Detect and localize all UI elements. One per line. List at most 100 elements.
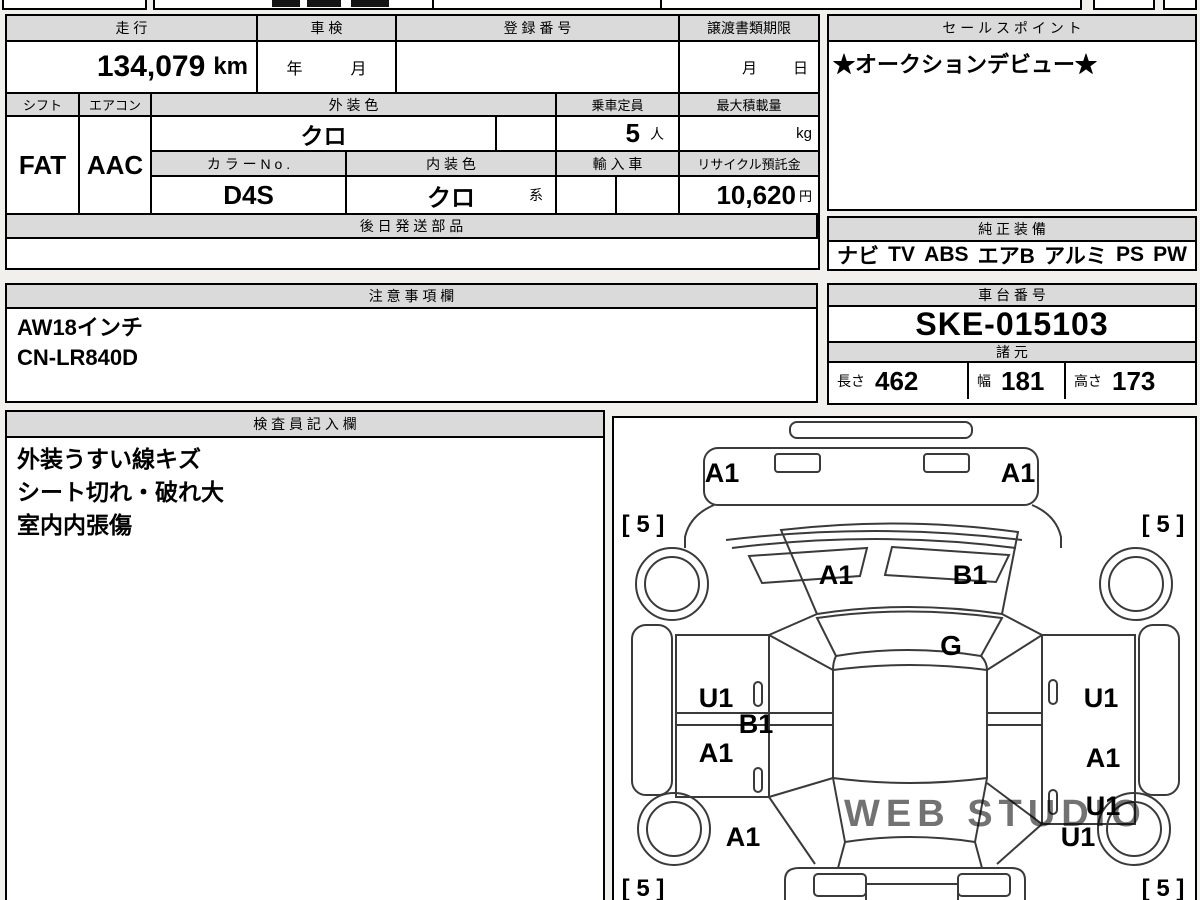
trunk-arc xyxy=(844,836,976,843)
note-line: AW18インチ xyxy=(17,315,143,340)
shaken-value: 年 月 xyxy=(258,42,397,94)
notes-lines: AW18インチ CN-LR840D xyxy=(7,309,816,377)
equipment-list: ナビ TV ABS エアB アルミ PS PW xyxy=(829,242,1195,268)
front-fender-right xyxy=(1031,504,1062,548)
cut-off-text-fragment xyxy=(272,0,300,7)
inspector-box: 検 査 員 記 入 欄 外装うすい線キズ シート切れ・破れ大 室内内張傷 xyxy=(5,410,605,900)
roof-rear-arc xyxy=(832,777,988,784)
equipment-header: 純 正 装 備 xyxy=(829,218,1195,242)
license-recess xyxy=(865,883,959,900)
capacity-value: 5 人 xyxy=(557,117,680,152)
trunk-sides xyxy=(837,841,983,869)
interior-color-suffix: 系 xyxy=(529,187,543,203)
cut-off-cell xyxy=(1163,0,1197,10)
damage-right-door-front: U1 xyxy=(1084,683,1119,713)
header-aircon: エアコン xyxy=(80,94,152,117)
equipment-item: ABS xyxy=(924,242,969,266)
damage-windshield: G xyxy=(940,630,962,661)
notes-header: 注 意 事 項 欄 xyxy=(7,285,816,309)
right-apillar-fold xyxy=(1001,613,1043,636)
aircon-value: AAC xyxy=(80,117,152,215)
shaken-month-label: 月 xyxy=(350,61,367,78)
length-value: 462 xyxy=(875,365,919,396)
dimensions-header: 諸 元 xyxy=(829,343,1195,363)
vehicle-spec-table: 走 行 車 検 登 録 番 号 譲渡書類期限 134,079 km 年 月 月 … xyxy=(5,14,820,270)
height-label: 高さ xyxy=(1074,373,1102,389)
import-car-cell-empty xyxy=(557,177,617,215)
length-label: 長さ xyxy=(837,373,865,389)
cut-off-text-fragment xyxy=(351,0,389,7)
tire-grade-front-right: [ 5 ] xyxy=(1142,511,1185,538)
cut-off-text-fragment xyxy=(307,0,341,7)
header-recycle-deposit: リサイクル預託金 xyxy=(680,152,818,177)
cell-divider xyxy=(432,0,434,8)
header-transfer-deadline: 譲渡書類期限 xyxy=(680,16,818,42)
damage-left-door-front: U1 xyxy=(699,683,734,713)
import-car-cell-empty xyxy=(617,177,680,215)
exterior-sub-cell-empty xyxy=(497,117,557,152)
shift-value: FAT xyxy=(7,117,80,215)
equipment-item: アルミ xyxy=(1043,244,1107,268)
equipment-item: PS xyxy=(1115,242,1144,266)
damage-diagram-box: WEB STUDIO A1 A1 A1 B1 G U1 B1 A1 A1 U1 … xyxy=(612,416,1197,900)
damage-hood: A1 xyxy=(819,560,854,590)
shaken-year-label: 年 xyxy=(286,61,303,78)
damage-left-door-rear: A1 xyxy=(699,738,734,768)
cut-off-cell xyxy=(2,0,147,10)
dimension-length: 長さ 462 xyxy=(829,363,969,399)
recycle-deposit-unit: 円 xyxy=(798,188,812,204)
cut-off-cell xyxy=(153,0,1082,10)
color-no-value: D4S xyxy=(152,177,347,215)
chassis-box: 車 台 番 号 SKE-015103 諸 元 長さ 462 幅 181 高さ 1… xyxy=(827,283,1197,405)
car-diagram: WEB STUDIO A1 A1 A1 B1 G U1 B1 A1 A1 U1 … xyxy=(622,421,1185,900)
rear-left-tire xyxy=(637,792,711,866)
mileage-unit: km xyxy=(213,53,248,80)
transfer-month-label: 月 xyxy=(741,59,757,77)
wiper-right xyxy=(883,545,1011,584)
damage-left-pillar: B1 xyxy=(739,709,774,739)
recycle-deposit-number: 10,620 xyxy=(716,179,796,210)
inspector-lines: 外装うすい線キズ シート切れ・破れ大 室内内張傷 xyxy=(7,438,603,547)
left-front-door-handle xyxy=(753,681,763,707)
sales-point-text: ★オークションデビュー★ xyxy=(833,52,1098,77)
front-fender-left xyxy=(684,504,715,548)
front-left-rim xyxy=(644,556,700,612)
damage-front-right: A1 xyxy=(1001,458,1036,488)
left-door-top-fold xyxy=(768,634,834,671)
header-exterior-color: 外 装 色 xyxy=(152,94,557,117)
front-bumper xyxy=(703,447,1039,506)
equipment-item: ナビ xyxy=(837,244,879,268)
chassis-header: 車 台 番 号 xyxy=(829,285,1195,307)
inspector-line: シート切れ・破れ大 xyxy=(17,479,224,505)
mileage-value: 134,079 km xyxy=(7,42,258,94)
header-mileage: 走 行 xyxy=(7,16,258,42)
tail-light-right xyxy=(957,873,1011,897)
registration-value-empty xyxy=(397,42,680,94)
max-load-value: kg xyxy=(680,117,818,152)
damage-front-left: A1 xyxy=(705,458,740,488)
equipment-item: PW xyxy=(1153,242,1187,266)
front-edge-strip xyxy=(789,421,973,439)
exterior-color-value: クロ xyxy=(152,117,497,152)
header-color-no: カ ラ ー N o . xyxy=(152,152,347,177)
headlight-right xyxy=(923,453,970,473)
headlight-left xyxy=(774,453,821,473)
later-parts-value-empty xyxy=(7,239,818,268)
rear-left-rim xyxy=(646,801,702,857)
damage-right-door-mid: A1 xyxy=(1086,743,1121,773)
tire-grade-rear-left: [ 5 ] xyxy=(622,875,665,900)
tire-grade-rear-right: [ 5 ] xyxy=(1142,875,1185,900)
header-import-car: 輸 入 車 xyxy=(557,152,680,177)
header-later-parts: 後 日 発 送 部 品 xyxy=(7,215,818,239)
cell-divider xyxy=(660,0,662,8)
capacity-unit: 人 xyxy=(650,125,664,142)
width-value: 181 xyxy=(1001,365,1045,396)
note-line: CN-LR840D xyxy=(17,345,139,370)
right-sill xyxy=(1138,624,1180,796)
header-registration-no: 登 録 番 号 xyxy=(397,16,680,42)
header-max-load: 最大積載量 xyxy=(680,94,818,117)
cowl-arc-inner xyxy=(731,538,1017,549)
left-apillar-fold xyxy=(768,613,818,636)
chassis-number: SKE-015103 xyxy=(829,306,1195,343)
header-interior-color: 内 装 色 xyxy=(347,152,557,177)
